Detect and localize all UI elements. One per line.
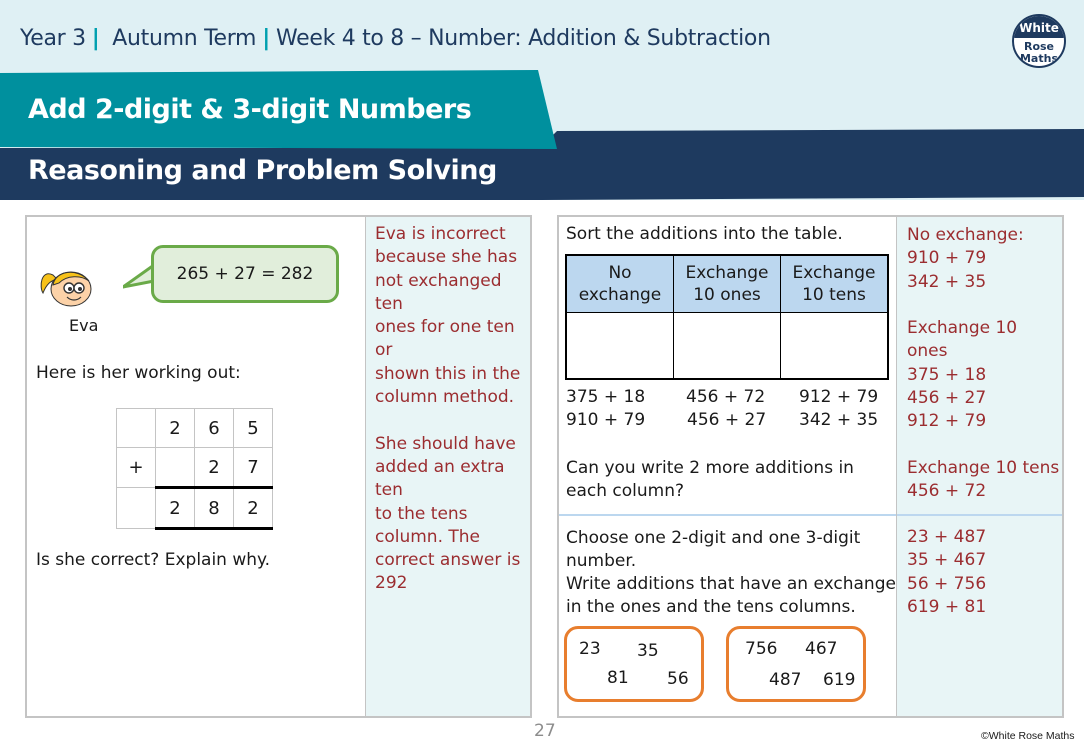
number-card: 81	[607, 668, 629, 688]
copyright: ©White Rose Maths	[981, 730, 1075, 742]
grid-cell	[116, 487, 156, 529]
q2-prompt-line2: Write additions that have an exchange in…	[566, 574, 896, 618]
grid-cell: 5	[233, 408, 273, 448]
grid-cell: 6	[194, 408, 234, 448]
column-method-grid: 2 6 5 + 2 7 2 8 2	[116, 408, 273, 530]
sort-prompt: Sort the additions into the table.	[566, 224, 843, 244]
grid-cell: 8	[194, 487, 234, 530]
number-card: 619	[823, 670, 856, 690]
grid-cell: +	[116, 447, 156, 488]
breadcrumb: Year 3 | Autumn Term | Week 4 to 8 – Number…	[20, 26, 771, 51]
grid-row: 2 8 2	[116, 487, 273, 530]
answer-text: Eva is incorrect because she has not exc…	[375, 224, 521, 594]
table-header-exchange-ones: Exchange 10 ones	[673, 254, 781, 313]
number-card: 56	[667, 669, 689, 689]
header-line: exchange	[578, 285, 662, 305]
white-rose-maths-logo: White Rose Maths	[1012, 14, 1066, 68]
followup-question: Can you write 2 more additions in each c…	[566, 458, 854, 502]
grid-cell: 2	[233, 487, 273, 530]
table-cell-empty	[673, 312, 781, 380]
answer-text-sort: No exchange: 910 + 79 342 + 35 Exchange …	[907, 225, 1060, 502]
sort-table: No exchange Exchange 10 ones Exchange 10 te…	[565, 254, 889, 380]
breadcrumb-separator: |	[262, 26, 270, 51]
breadcrumb-year: Year 3	[20, 26, 86, 51]
number-card: 35	[637, 641, 659, 661]
table-header-exchange-tens: Exchange 10 tens	[780, 254, 889, 313]
header-line: Exchange	[792, 263, 876, 283]
number-card: 756	[745, 639, 778, 659]
breadcrumb-separator: |	[91, 26, 100, 51]
grid-cell: 2	[194, 447, 234, 489]
page-subtitle: Reasoning and Problem Solving	[28, 155, 497, 186]
header-line: No	[608, 263, 632, 283]
answer-text-choose: 23 + 487 35 + 467 56 + 756 619 + 81	[907, 527, 987, 617]
header-line: Exchange	[685, 263, 769, 283]
page-number: 27	[534, 721, 556, 741]
question-text: Is she correct? Explain why.	[36, 550, 271, 570]
table-row	[565, 312, 889, 380]
divider	[897, 514, 1062, 516]
breadcrumb-unit: Week 4 to 8 – Number: Addition & Subtrac…	[275, 26, 771, 51]
q2-prompt-line1: Choose one 2-digit and one 3-digit numbe…	[566, 528, 861, 572]
table-cell-empty	[565, 312, 674, 380]
addition-item: 910 + 79	[566, 410, 646, 430]
number-card: 23	[579, 639, 601, 659]
divider	[559, 514, 896, 516]
grid-cell: 7	[233, 447, 273, 489]
number-card: 467	[805, 639, 838, 659]
working-intro: Here is her working out:	[36, 363, 241, 383]
speech-bubble: 265 + 27 = 282	[151, 245, 339, 303]
table-cell-empty	[780, 312, 889, 380]
breadcrumb-term: Autumn Term	[112, 26, 257, 51]
header-line: 10 tens	[802, 285, 866, 305]
character-name: Eva	[69, 316, 99, 335]
grid-cell: 2	[155, 408, 195, 448]
three-digit-number-box: 756 467 487 619	[726, 626, 866, 702]
addition-item: 456 + 27	[687, 410, 767, 430]
grid-row: 2 6 5	[116, 408, 273, 448]
grid-cell	[116, 408, 156, 448]
grid-cell	[155, 447, 195, 489]
header-line: 10 ones	[693, 285, 761, 305]
table-header-no-exchange: No exchange	[565, 254, 674, 313]
question-panel-sort: Sort the additions into the table. No exc…	[557, 215, 1064, 718]
table-header-row: No exchange Exchange 10 ones Exchange 10 te…	[565, 254, 889, 313]
addition-item: 375 + 18	[566, 387, 646, 407]
grid-cell: 2	[155, 487, 195, 530]
answer-column: No exchange: 910 + 79 342 + 35 Exchange …	[896, 217, 1062, 716]
grid-row: + 2 7	[116, 447, 273, 489]
question-panel-eva: Eva 265 + 27 = 282 Here is her working o…	[25, 215, 532, 718]
page-title: Add 2-digit & 3-digit Numbers	[28, 94, 472, 125]
number-card: 487	[769, 670, 802, 690]
addition-item: 456 + 72	[686, 387, 766, 407]
eva-character-icon	[40, 271, 92, 307]
answer-column: Eva is incorrect because she has not exc…	[365, 217, 530, 716]
two-digit-number-box: 23 35 81 56	[564, 626, 704, 702]
